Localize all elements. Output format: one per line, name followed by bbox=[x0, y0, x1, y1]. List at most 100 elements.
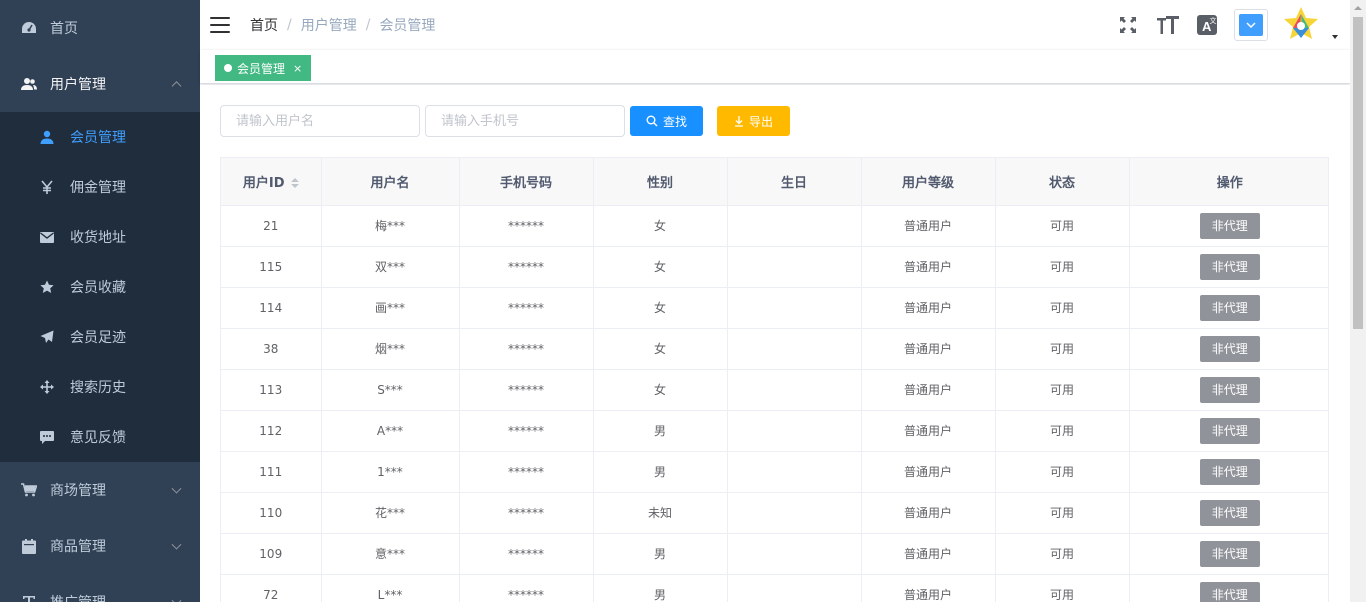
cell-level: 普通用户 bbox=[861, 246, 996, 288]
cell-birthday bbox=[727, 287, 862, 329]
cell-gender: 女 bbox=[593, 246, 728, 288]
breadcrumb-user-mgmt[interactable]: 用户管理 bbox=[301, 15, 357, 35]
cell-gender: 未知 bbox=[593, 492, 728, 534]
non-agent-button[interactable]: 非代理 bbox=[1199, 376, 1260, 403]
non-agent-button[interactable]: 非代理 bbox=[1199, 335, 1260, 362]
column-header-gender: 性别 bbox=[593, 158, 728, 206]
cell-level: 普通用户 bbox=[861, 492, 996, 534]
table-row: 111 1*** ****** 男 普通用户 可用 非代理 bbox=[221, 451, 1328, 493]
size-select[interactable] bbox=[1234, 9, 1268, 41]
scroll-up-icon[interactable] bbox=[1354, 6, 1362, 10]
table-row: 112 A*** ****** 男 普通用户 可用 非代理 bbox=[221, 410, 1328, 452]
non-agent-button[interactable]: 非代理 bbox=[1199, 540, 1260, 567]
dashboard-icon bbox=[20, 19, 38, 37]
move-icon bbox=[40, 380, 54, 394]
non-agent-button[interactable]: 非代理 bbox=[1199, 417, 1260, 444]
cell-level: 普通用户 bbox=[861, 410, 996, 452]
non-agent-button[interactable]: 非代理 bbox=[1199, 581, 1260, 602]
scrollbar-thumb[interactable] bbox=[1353, 17, 1363, 329]
cell-gender: 女 bbox=[593, 205, 728, 247]
active-dot-icon bbox=[224, 64, 232, 72]
chevron-down-icon bbox=[171, 595, 182, 602]
cell-id: 110 bbox=[221, 492, 322, 534]
sidebar-item-user-mgmt[interactable]: 用户管理 bbox=[0, 56, 200, 112]
cell-action: 非代理 bbox=[1129, 287, 1328, 329]
cell-gender: 女 bbox=[593, 287, 728, 329]
sidebar-item-label: 用户管理 bbox=[50, 77, 106, 93]
table-row: 110 花*** ****** 未知 普通用户 可用 非代理 bbox=[221, 492, 1328, 534]
sidebar-item-label: 会员管理 bbox=[70, 130, 126, 146]
sidebar-item-members[interactable]: 会员管理 bbox=[0, 112, 200, 162]
search-button[interactable]: 查找 bbox=[630, 106, 703, 136]
column-header-level: 用户等级 bbox=[861, 158, 996, 206]
sidebar-item-favorites[interactable]: 会员收藏 bbox=[0, 262, 200, 312]
fullscreen-icon[interactable] bbox=[1108, 0, 1148, 50]
cell-birthday bbox=[727, 451, 862, 493]
cell-gender: 男 bbox=[593, 533, 728, 575]
close-icon[interactable]: × bbox=[293, 62, 302, 75]
cell-birthday bbox=[727, 533, 862, 575]
cell-id: 113 bbox=[221, 369, 322, 411]
comment-icon bbox=[40, 430, 54, 444]
cell-level: 普通用户 bbox=[861, 574, 996, 602]
sidebar-item-mall-mgmt[interactable]: 商场管理 bbox=[0, 462, 200, 518]
paper-plane-icon bbox=[40, 330, 54, 344]
username-input[interactable] bbox=[220, 105, 420, 137]
cell-action: 非代理 bbox=[1129, 205, 1328, 247]
tag-members[interactable]: 会员管理 × bbox=[215, 55, 312, 81]
non-agent-button[interactable]: 非代理 bbox=[1199, 499, 1260, 526]
star-icon bbox=[40, 280, 54, 294]
filter-container: 查找 导出 bbox=[220, 105, 790, 137]
chevron-down-icon bbox=[171, 483, 182, 494]
breadcrumb: 首页 / 用户管理 / 会员管理 bbox=[250, 15, 435, 35]
breadcrumb-home[interactable]: 首页 bbox=[250, 15, 278, 35]
users-icon bbox=[20, 75, 38, 93]
non-agent-button[interactable]: 非代理 bbox=[1199, 458, 1260, 485]
column-header-mobile: 手机号码 bbox=[459, 158, 594, 206]
cell-status: 可用 bbox=[995, 369, 1130, 411]
sidebar-item-address[interactable]: 收货地址 bbox=[0, 212, 200, 262]
sidebar-item-promo-mgmt[interactable]: 推广管理 bbox=[0, 574, 200, 602]
breadcrumb-current: 会员管理 bbox=[379, 18, 436, 34]
non-agent-button[interactable]: 非代理 bbox=[1199, 294, 1260, 321]
cell-birthday bbox=[727, 205, 862, 247]
sidebar-item-goods-mgmt[interactable]: 商品管理 bbox=[0, 518, 200, 574]
cell-id: 38 bbox=[221, 328, 322, 370]
cell-id: 114 bbox=[221, 287, 322, 329]
cell-birthday bbox=[727, 574, 862, 602]
cell-name: 烟*** bbox=[321, 328, 460, 370]
app-main: 查找 导出 用户ID 用户名 手机号码 性别 生日 用户等级 状态 bbox=[200, 85, 1350, 602]
sidebar-item-label: 收货地址 bbox=[70, 230, 126, 246]
sidebar-item-commission[interactable]: 佣金管理 bbox=[0, 162, 200, 212]
caret-down-icon[interactable] bbox=[1332, 35, 1338, 39]
cell-id: 109 bbox=[221, 533, 322, 575]
sidebar-item-home[interactable]: 首页 bbox=[0, 0, 200, 56]
user-submenu: 会员管理 佣金管理 收货地址 会员收藏 会员足迹 搜索历史 意见反馈 bbox=[0, 112, 200, 462]
hamburger-icon[interactable] bbox=[210, 17, 230, 33]
download-icon bbox=[734, 115, 743, 127]
font-size-icon[interactable] bbox=[1148, 0, 1188, 50]
cell-birthday bbox=[727, 410, 862, 452]
cell-status: 可用 bbox=[995, 205, 1130, 247]
cell-name: S*** bbox=[321, 369, 460, 411]
sidebar-item-footprint[interactable]: 会员足迹 bbox=[0, 312, 200, 362]
non-agent-button[interactable]: 非代理 bbox=[1199, 212, 1260, 239]
envelope-icon bbox=[40, 230, 54, 244]
sidebar-item-search-history[interactable]: 搜索历史 bbox=[0, 362, 200, 412]
table-row: 114 画*** ****** 女 普通用户 可用 非代理 bbox=[221, 287, 1328, 329]
column-header-id[interactable]: 用户ID bbox=[221, 158, 322, 206]
cell-action: 非代理 bbox=[1129, 246, 1328, 288]
sort-icon[interactable] bbox=[290, 178, 299, 189]
cell-status: 可用 bbox=[995, 451, 1130, 493]
export-button-label: 导出 bbox=[748, 114, 773, 129]
avatar[interactable] bbox=[1280, 4, 1322, 46]
sidebar-item-feedback[interactable]: 意见反馈 bbox=[0, 412, 200, 462]
mobile-input[interactable] bbox=[425, 105, 625, 137]
language-icon[interactable]: A文 bbox=[1188, 0, 1228, 50]
cell-status: 可用 bbox=[995, 533, 1130, 575]
members-table: 用户ID 用户名 手机号码 性别 生日 用户等级 状态 操作 21 梅*** ***… bbox=[220, 157, 1329, 602]
page-scrollbar[interactable] bbox=[1350, 0, 1366, 602]
non-agent-button[interactable]: 非代理 bbox=[1199, 253, 1260, 280]
export-button[interactable]: 导出 bbox=[717, 106, 790, 136]
cell-status: 可用 bbox=[995, 246, 1130, 288]
